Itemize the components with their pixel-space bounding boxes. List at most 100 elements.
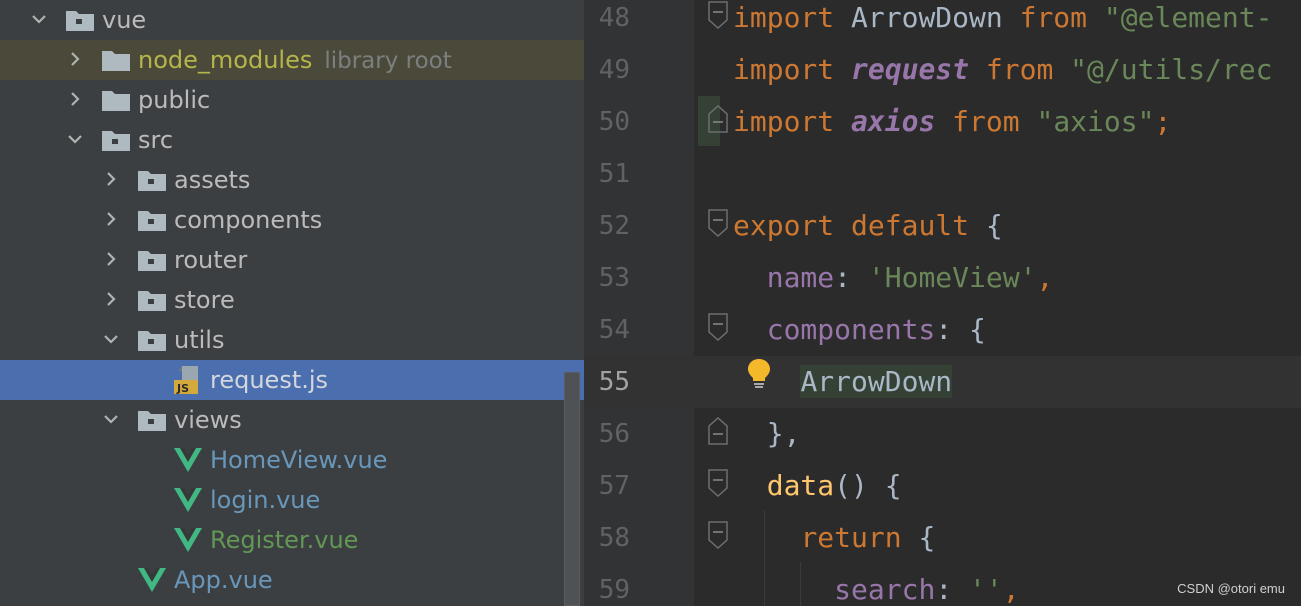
- code-line-50[interactable]: 50 import axios from "axios";: [584, 96, 1301, 148]
- folder-icon: [138, 331, 166, 351]
- tree-item-label: Register.vue: [210, 526, 359, 554]
- chevron-right-icon[interactable]: [96, 200, 126, 240]
- tree-scrollbar[interactable]: [564, 372, 580, 606]
- tree-item-public[interactable]: public: [0, 80, 584, 120]
- tree-item-router[interactable]: router: [0, 240, 584, 280]
- js-file-icon: JS: [174, 366, 198, 395]
- line-number: 54: [598, 315, 630, 345]
- chevron-right-icon[interactable]: [60, 40, 90, 80]
- tree-item-label: vue: [102, 6, 147, 34]
- tree-item-label: utils: [174, 326, 225, 354]
- tree-item-label: HomeView.vue: [210, 446, 388, 474]
- folder-icon: [66, 11, 94, 31]
- code-text: import request from "@/utils/rec: [733, 53, 1273, 86]
- tree-item-register-vue[interactable]: Register.vue: [0, 520, 584, 560]
- project-tree: vue node_modules library root public src …: [0, 0, 584, 606]
- tree-item-app-vue[interactable]: App.vue: [0, 560, 584, 600]
- vue-file-icon: [138, 568, 166, 592]
- code-text: name: 'HomeView',: [766, 261, 1054, 294]
- tree-item-node-modules[interactable]: node_modules library root: [0, 40, 584, 80]
- tree-item-label: App.vue: [174, 566, 273, 594]
- code-text: export default {: [733, 209, 1003, 242]
- tree-item-label: src: [138, 126, 174, 154]
- folder-icon: [138, 251, 166, 271]
- code-line-48[interactable]: 48 import ArrowDown from "@element-: [584, 0, 1301, 44]
- chevron-right-icon[interactable]: [96, 240, 126, 280]
- vue-file-icon: [174, 488, 202, 512]
- lightbulb-icon[interactable]: [747, 358, 771, 390]
- svg-text:JS: JS: [176, 382, 189, 395]
- code-line-54[interactable]: 54 components: {: [584, 304, 1301, 356]
- fold-icon[interactable]: [707, 312, 729, 342]
- line-number: 58: [598, 523, 630, 553]
- tree-item-label: router: [174, 246, 248, 274]
- fold-icon[interactable]: [707, 520, 729, 550]
- tree-item-request-js[interactable]: JS request.js: [0, 360, 584, 400]
- code-text: components: {: [766, 313, 986, 346]
- tree-item-views[interactable]: views: [0, 400, 584, 440]
- tree-item-login-vue[interactable]: login.vue: [0, 480, 584, 520]
- code-text: },: [733, 417, 801, 450]
- folder-icon: [102, 131, 130, 151]
- tree-item-assets[interactable]: assets: [0, 160, 584, 200]
- tree-item-homeview-vue[interactable]: HomeView.vue: [0, 440, 584, 480]
- vue-file-icon: [174, 528, 202, 552]
- vue-file-icon: [174, 448, 202, 472]
- folder-icon: [138, 171, 166, 191]
- folder-icon: [102, 91, 130, 111]
- code-line-58[interactable]: 58 return {: [584, 512, 1301, 564]
- code-text: import axios from "axios";: [733, 105, 1172, 138]
- folder-icon: [138, 411, 166, 431]
- fold-icon[interactable]: [707, 468, 729, 498]
- code-line-49[interactable]: 49 import request from "@/utils/rec: [584, 44, 1301, 96]
- code-line-51[interactable]: 51: [584, 148, 1301, 200]
- chevron-right-icon[interactable]: [60, 80, 90, 120]
- code-text: data() {: [766, 469, 902, 502]
- tree-item-label: components: [174, 206, 323, 234]
- code-line-57[interactable]: 57 data() {: [584, 460, 1301, 512]
- chevron-down-icon[interactable]: [96, 400, 126, 440]
- tree-item-label: node_modules library root: [138, 46, 452, 74]
- tree-item-components[interactable]: components: [0, 200, 584, 240]
- highlighted-identifier[interactable]: ArrowDown: [800, 365, 953, 398]
- tree-item-label: views: [174, 406, 242, 434]
- fold-icon[interactable]: [707, 416, 729, 446]
- line-number: 52: [598, 211, 630, 241]
- line-number: 48: [598, 3, 630, 33]
- chevron-down-icon[interactable]: [60, 120, 90, 160]
- code-line-56[interactable]: 56 },: [584, 408, 1301, 460]
- code-text: search: '',: [834, 573, 1020, 606]
- code-text: import ArrowDown from "@element-: [733, 1, 1273, 34]
- chevron-right-icon[interactable]: [96, 280, 126, 320]
- code-line-53[interactable]: 53 name: 'HomeView',: [584, 252, 1301, 304]
- line-number: 56: [598, 419, 630, 449]
- fold-icon[interactable]: [707, 0, 729, 30]
- tree-item-store[interactable]: store: [0, 280, 584, 320]
- tree-item-label: public: [138, 86, 211, 114]
- chevron-down-icon[interactable]: [96, 320, 126, 360]
- folder-icon: [102, 51, 130, 71]
- line-number: 51: [598, 159, 630, 189]
- fold-icon[interactable]: [707, 104, 729, 134]
- chevron-down-icon[interactable]: [24, 0, 54, 40]
- fold-icon[interactable]: [707, 208, 729, 238]
- chevron-right-icon[interactable]: [96, 160, 126, 200]
- library-root-hint: library root: [324, 48, 452, 74]
- tree-item-label: login.vue: [210, 486, 321, 514]
- tree-item-label: assets: [174, 166, 251, 194]
- code-line-55[interactable]: 55 ArrowDown: [584, 356, 1301, 408]
- line-number: 55: [598, 367, 630, 397]
- tree-item-src[interactable]: src: [0, 120, 584, 160]
- folder-icon: [138, 211, 166, 231]
- folder-icon: [138, 291, 166, 311]
- line-number: 57: [598, 471, 630, 501]
- code-editor[interactable]: 48 import ArrowDown from "@element- 49 i…: [584, 0, 1301, 606]
- tree-item-label: store: [174, 286, 235, 314]
- line-number: 59: [598, 575, 630, 605]
- tree-item-vue[interactable]: vue: [0, 0, 584, 40]
- watermark: CSDN @otori emu: [1177, 581, 1285, 596]
- line-number: 49: [598, 55, 630, 85]
- tree-item-utils[interactable]: utils: [0, 320, 584, 360]
- code-line-52[interactable]: 52 export default {: [584, 200, 1301, 252]
- line-number: 53: [598, 263, 630, 293]
